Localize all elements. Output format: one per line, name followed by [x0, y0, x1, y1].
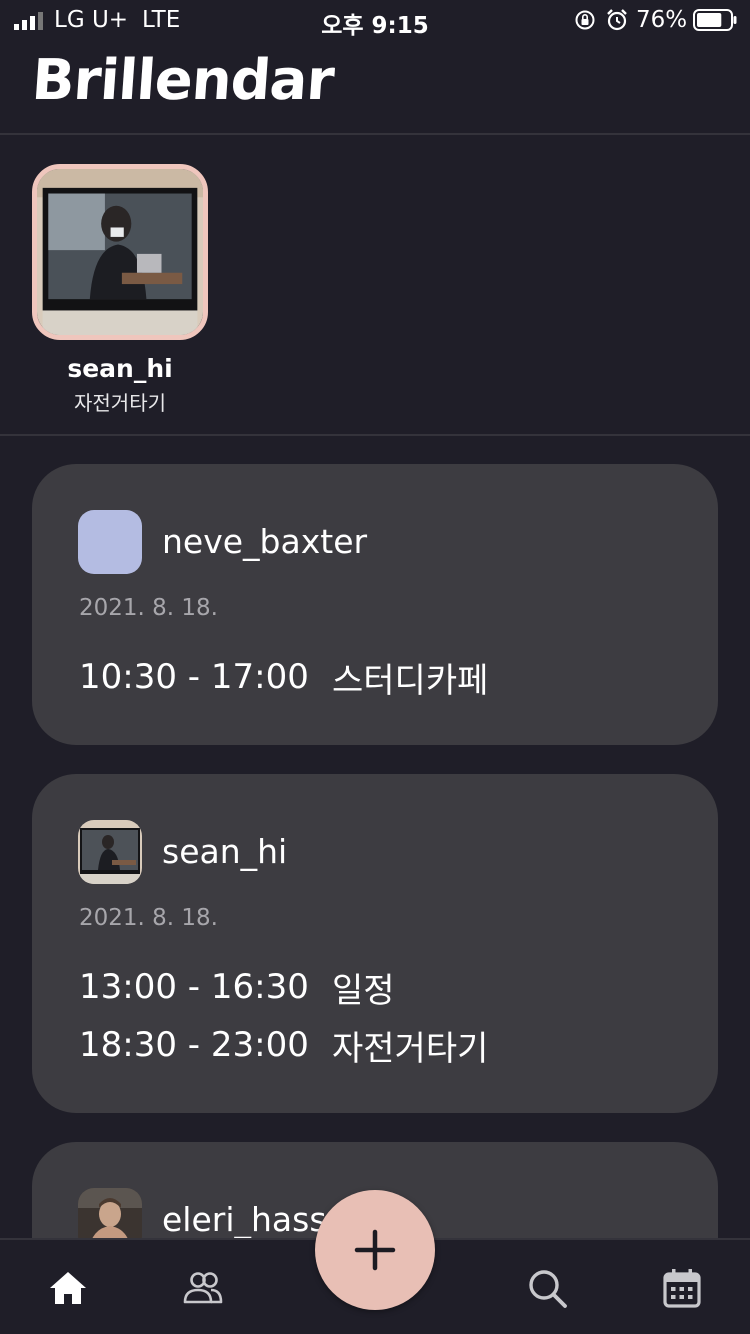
card-username: eleri_hass: [162, 1200, 327, 1239]
event-title: 일정: [332, 971, 395, 1011]
home-screen: LG U+ LTE 오후 9:15 76% Brillendar sean_hi…: [0, 0, 750, 1334]
tab-calendar[interactable]: [660, 1266, 704, 1310]
friends-icon: [183, 1272, 223, 1304]
card-username: sean_hi: [162, 832, 288, 871]
schedule-card[interactable]: sean_hi 2021. 8. 18. 13:00 - 16:30 일정 18…: [32, 774, 718, 1113]
event-time: 18:30 - 23:00: [79, 1025, 309, 1065]
battery-percent: 76%: [636, 7, 688, 33]
story-avatar: [32, 164, 208, 340]
card-username: neve_baxter: [162, 522, 368, 561]
tab-home[interactable]: [46, 1266, 90, 1310]
plus-icon: [354, 1229, 396, 1271]
event-time: 10:30 - 17:00: [79, 657, 309, 697]
add-schedule-button[interactable]: [315, 1190, 435, 1310]
story-status: 자전거타기: [74, 391, 166, 415]
event-title: 스터디카페: [332, 661, 489, 701]
event-time: 13:00 - 16:30: [79, 967, 309, 1007]
search-icon: [529, 1270, 567, 1308]
tab-search[interactable]: [525, 1266, 569, 1310]
story-item[interactable]: sean_hi 자전거타기: [32, 164, 208, 416]
event-title: 자전거타기: [332, 1029, 489, 1069]
alarm-icon: [607, 9, 627, 31]
rotation-lock-icon: [575, 10, 595, 30]
user-avatar: [78, 820, 142, 884]
card-date: 2021. 8. 18.: [79, 595, 218, 621]
avatar-photo: [78, 820, 142, 884]
app-header: Brillendar: [0, 40, 750, 135]
battery-icon: [693, 9, 737, 31]
calendar-icon: [663, 1269, 701, 1308]
home-icon: [50, 1272, 86, 1304]
schedule-card[interactable]: neve_baxter 2021. 8. 18. 10:30 - 17:00 스…: [32, 464, 718, 745]
card-date: 2021. 8. 18.: [79, 905, 218, 931]
user-avatar: [78, 510, 142, 574]
avatar-photo: [37, 169, 203, 335]
status-bar: LG U+ LTE 오후 9:15 76%: [0, 0, 750, 40]
tab-friends[interactable]: [181, 1266, 225, 1310]
story-username: sean_hi: [67, 354, 173, 383]
app-title: Brillendar: [29, 48, 336, 113]
stories-row: sean_hi 자전거타기: [0, 137, 750, 436]
